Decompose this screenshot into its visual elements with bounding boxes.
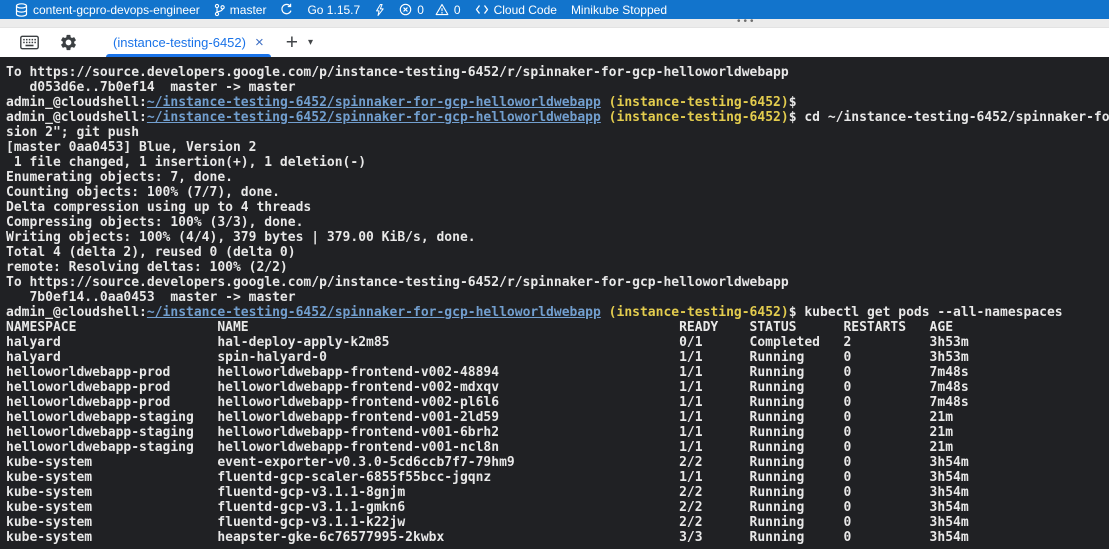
terminal-line: 7b0ef14..0aa0453 master -> master: [6, 290, 1109, 305]
database-icon: [15, 3, 28, 17]
drag-handle-dots: •••: [737, 16, 757, 27]
terminal-line: Counting objects: 100% (7/7), done.: [6, 185, 1109, 200]
terminal-line: Writing objects: 100% (4/4), 379 bytes |…: [6, 230, 1109, 245]
active-tab-underline: [106, 54, 271, 57]
sync-icon: [280, 3, 293, 16]
terminal-line: To https://source.developers.google.com/…: [6, 65, 1109, 80]
tab-label: (instance-testing-6452): [113, 35, 246, 50]
go-version-indicator[interactable]: Go 1.15.7: [300, 0, 367, 19]
warning-count: 0: [454, 3, 461, 17]
sync-button[interactable]: [273, 0, 300, 19]
settings-button[interactable]: [59, 33, 78, 52]
project-name: content-gcpro-devops-engineer: [33, 3, 200, 17]
pod-row: kube-system heapster-gke-6c76577995-2kwb…: [6, 530, 1109, 545]
pod-row: kube-system fluentd-gcp-v3.1.1-8gnjm 2/2…: [6, 485, 1109, 500]
cloud-code-label: Cloud Code: [494, 3, 557, 17]
go-version-label: Go 1.15.7: [307, 3, 360, 17]
pod-row: helloworldwebapp-staging helloworldwebap…: [6, 425, 1109, 440]
git-branch-indicator[interactable]: master: [207, 0, 274, 19]
git-branch-icon: [214, 3, 225, 17]
terminal-line: 1 file changed, 1 insertion(+), 1 deleti…: [6, 155, 1109, 170]
tab-close-button[interactable]: ×: [255, 35, 264, 50]
project-indicator[interactable]: content-gcpro-devops-engineer: [8, 0, 207, 19]
new-tab-button[interactable]: +: [286, 32, 298, 53]
tab-menu-button[interactable]: ▾: [308, 37, 313, 48]
bolt-icon: [374, 3, 385, 17]
warning-icon: [435, 3, 449, 16]
pod-row: halyard spin-halyard-0 1/1 Running 0 3h5…: [6, 350, 1109, 365]
terminal-line: sion 2"; git push: [6, 125, 1109, 140]
panel-resize-handle[interactable]: •••: [0, 19, 1109, 28]
terminal-line: To https://source.developers.google.com/…: [6, 275, 1109, 290]
pod-row: helloworldwebapp-prod helloworldwebapp-f…: [6, 395, 1109, 410]
pod-row: helloworldwebapp-prod helloworldwebapp-f…: [6, 380, 1109, 395]
code-brackets-icon: [475, 4, 489, 15]
terminal-prompt-line: admin_@cloudshell:~/instance-testing-645…: [6, 95, 1109, 110]
terminal-line: Compressing objects: 100% (3/3), done.: [6, 215, 1109, 230]
problems-indicator[interactable]: 0 0: [392, 0, 467, 19]
top-status-bar: content-gcpro-devops-engineer master Go …: [0, 0, 1109, 19]
pod-row: kube-system fluentd-gcp-v3.1.1-gmkn6 2/2…: [6, 500, 1109, 515]
terminal-prompt-line: admin_@cloudshell:~/instance-testing-645…: [6, 110, 1109, 125]
error-count: 0: [417, 3, 424, 17]
terminal-tab[interactable]: (instance-testing-6452) ×: [104, 28, 273, 57]
bolt-button[interactable]: [367, 0, 392, 19]
minikube-label: Minikube Stopped: [571, 3, 667, 17]
cloud-code-button[interactable]: Cloud Code: [468, 0, 564, 19]
terminal-tab-bar: (instance-testing-6452) × + ▾: [0, 28, 1109, 57]
pod-row: kube-system event-exporter-v0.3.0-5cd6cc…: [6, 455, 1109, 470]
terminal-line: [master 0aa0453] Blue, Version 2: [6, 140, 1109, 155]
pod-row: helloworldwebapp-staging helloworldwebap…: [6, 410, 1109, 425]
pod-row: halyard hal-deploy-apply-k2m85 0/1 Compl…: [6, 335, 1109, 350]
terminal-line: Total 4 (delta 2), reused 0 (delta 0): [6, 245, 1109, 260]
branch-name: master: [230, 3, 267, 17]
pods-table-header: NAMESPACE NAME READY STATUS RESTARTS AGE: [6, 320, 1109, 335]
keyboard-icon: [20, 35, 39, 50]
keyboard-button[interactable]: [20, 35, 39, 50]
terminal-prompt-line: admin_@cloudshell:~/instance-testing-645…: [6, 305, 1109, 320]
gear-icon: [59, 33, 78, 52]
terminal-line: Enumerating objects: 7, done.: [6, 170, 1109, 185]
terminal-line: Delta compression using up to 4 threads: [6, 200, 1109, 215]
pod-row: helloworldwebapp-prod helloworldwebapp-f…: [6, 365, 1109, 380]
pod-row: kube-system fluentd-gcp-scaler-6855f55bc…: [6, 470, 1109, 485]
pod-row: kube-system fluentd-gcp-v3.1.1-k22jw 2/2…: [6, 515, 1109, 530]
minikube-status[interactable]: Minikube Stopped: [564, 0, 674, 19]
error-icon: [399, 3, 412, 16]
terminal-line: d053d6e..7b0ef14 master -> master: [6, 80, 1109, 95]
terminal-line: remote: Resolving deltas: 100% (2/2): [6, 260, 1109, 275]
terminal-output[interactable]: To https://source.developers.google.com/…: [0, 57, 1109, 549]
cloud-shell-window: content-gcpro-devops-engineer master Go …: [0, 0, 1109, 549]
pod-row: helloworldwebapp-staging helloworldwebap…: [6, 440, 1109, 455]
